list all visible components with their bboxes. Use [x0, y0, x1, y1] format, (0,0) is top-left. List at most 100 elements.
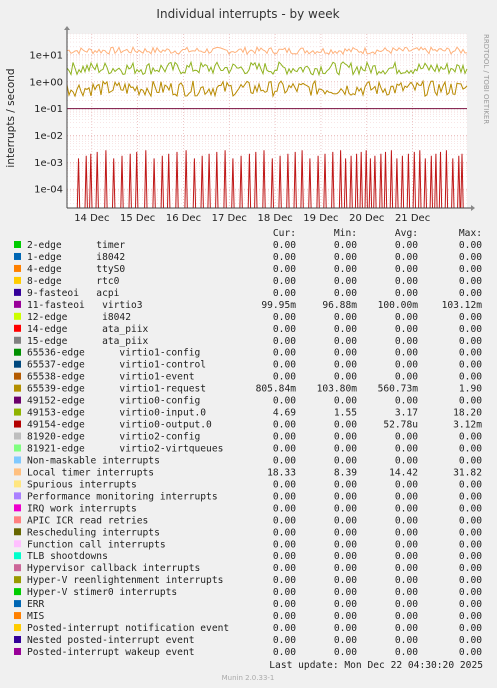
- legend-value: 0.00: [459, 348, 482, 359]
- legend-swatch: [14, 348, 21, 356]
- legend-swatch: [14, 612, 21, 620]
- chart-title: Individual interrupts - by week: [156, 7, 339, 21]
- legend-value: 0.00: [459, 324, 482, 335]
- legend-label: TLB shootdowns: [27, 551, 108, 562]
- legend-value: 1.55: [334, 408, 357, 419]
- legend-value: 0.00: [459, 240, 482, 251]
- legend-swatch: [14, 588, 21, 596]
- legend-label: IRQ work interrupts: [27, 503, 137, 514]
- legend-value: 0.00: [334, 324, 357, 335]
- legend-value: 0.00: [395, 312, 418, 323]
- legend-value: 0.00: [334, 515, 357, 526]
- legend-value: 0.00: [273, 348, 296, 359]
- legend-value: 0.00: [395, 623, 418, 634]
- legend-value: 0.00: [395, 252, 418, 263]
- legend-value: 0.00: [273, 455, 296, 466]
- legend-value: 0.00: [459, 587, 482, 598]
- legend-swatch: [14, 647, 21, 655]
- legend-value: 103.12m: [442, 300, 483, 311]
- legend-value: 0.00: [459, 336, 482, 347]
- y-tick-label: 1e-01: [34, 104, 63, 115]
- legend-value: 0.00: [273, 587, 296, 598]
- legend-label: 12-edge i8042: [27, 312, 131, 323]
- legend-swatch: [14, 480, 21, 488]
- x-tick-label: 14 Dec: [74, 213, 109, 224]
- legend-value: 0.00: [334, 611, 357, 622]
- legend-value: 52.78u: [383, 420, 418, 431]
- legend-column-header: Avg:: [395, 228, 418, 239]
- plot-background: [67, 34, 467, 208]
- legend-value: 0.00: [273, 491, 296, 502]
- legend-swatch: [14, 636, 21, 644]
- legend-value: 0.00: [395, 396, 418, 407]
- legend-value: 0.00: [334, 432, 357, 443]
- legend-value: 0.00: [334, 252, 357, 263]
- legend: Cur: Min: Avg: Max:2-edge timer 0.00 0.00 0.00…: [14, 228, 482, 658]
- legend-label: 1-edge i8042: [27, 252, 125, 263]
- legend-label: Hypervisor callback interrupts: [27, 563, 200, 574]
- legend-swatch: [14, 468, 21, 476]
- legend-value: 0.00: [459, 432, 482, 443]
- legend-label: 49152-edge virtio0-config: [27, 396, 200, 407]
- legend-value: 0.00: [273, 551, 296, 562]
- legend-value: 0.00: [334, 551, 357, 562]
- legend-value: 0.00: [459, 276, 482, 287]
- legend-value: 0.00: [273, 611, 296, 622]
- legend-label: ERR: [27, 599, 45, 610]
- legend-value: 0.00: [395, 563, 418, 574]
- legend-value: 0.00: [273, 324, 296, 335]
- x-tick-label: 20 Dec: [349, 213, 384, 224]
- legend-value: 0.00: [395, 288, 418, 299]
- legend-label: 81921-edge virtio2-virtqueues: [27, 443, 223, 454]
- legend-value: 0.00: [459, 396, 482, 407]
- legend-swatch: [14, 540, 21, 548]
- legend-swatch: [14, 528, 21, 536]
- legend-label: 4-edge ttyS0: [27, 264, 125, 275]
- legend-label: 8-edge rtc0: [27, 276, 120, 287]
- legend-value: 0.00: [459, 539, 482, 550]
- rrdtool-side-label: RRDTOOL / TOBI OETIKER: [482, 34, 490, 124]
- legend-value: 0.00: [273, 288, 296, 299]
- legend-value: 0.00: [395, 324, 418, 335]
- legend-label: 49153-edge virtio0-input.0: [27, 408, 206, 419]
- legend-value: 0.00: [395, 635, 418, 646]
- legend-label: 81920-edge virtio2-config: [27, 432, 200, 443]
- legend-value: 560.73m: [378, 384, 419, 395]
- legend-label: Non-maskable interrupts: [27, 455, 160, 466]
- legend-value: 0.00: [395, 432, 418, 443]
- legend-swatch: [14, 600, 21, 608]
- legend-label: Posted-interrupt notification event: [27, 623, 229, 634]
- legend-value: 0.00: [459, 503, 482, 514]
- legend-value: 0.00: [273, 503, 296, 514]
- legend-swatch: [14, 420, 21, 428]
- legend-value: 0.00: [334, 240, 357, 251]
- legend-swatch: [14, 516, 21, 524]
- legend-value: 0.00: [459, 599, 482, 610]
- legend-value: 0.00: [395, 443, 418, 454]
- legend-value: 0.00: [273, 563, 296, 574]
- legend-value: 0.00: [459, 443, 482, 454]
- munin-version-footer: Munin 2.0.33-1: [222, 674, 275, 682]
- legend-swatch: [14, 300, 21, 308]
- legend-label: 11-fasteoi virtio3: [27, 300, 143, 311]
- legend-label: 49154-edge virtio0-output.0: [27, 420, 212, 431]
- legend-value: 0.00: [273, 264, 296, 275]
- legend-value: 0.00: [334, 479, 357, 490]
- x-axis-arrow: [471, 205, 475, 211]
- legend-label: APIC ICR read retries: [27, 515, 148, 526]
- legend-swatch: [14, 552, 21, 560]
- legend-label: Rescheduling interrupts: [27, 527, 160, 538]
- y-tick-label: 1e-03: [34, 158, 63, 169]
- legend-swatch: [14, 324, 21, 332]
- legend-column-header: Min:: [334, 228, 357, 239]
- legend-value: 0.00: [273, 240, 296, 251]
- legend-value: 0.00: [395, 587, 418, 598]
- legend-swatch: [14, 312, 21, 320]
- legend-label: Posted-interrupt wakeup event: [27, 647, 195, 658]
- legend-value: 0.00: [273, 396, 296, 407]
- legend-value: 0.00: [395, 455, 418, 466]
- legend-value: 0.00: [395, 611, 418, 622]
- x-tick-label: 21 Dec: [395, 213, 430, 224]
- legend-value: 0.00: [273, 432, 296, 443]
- legend-swatch: [14, 624, 21, 632]
